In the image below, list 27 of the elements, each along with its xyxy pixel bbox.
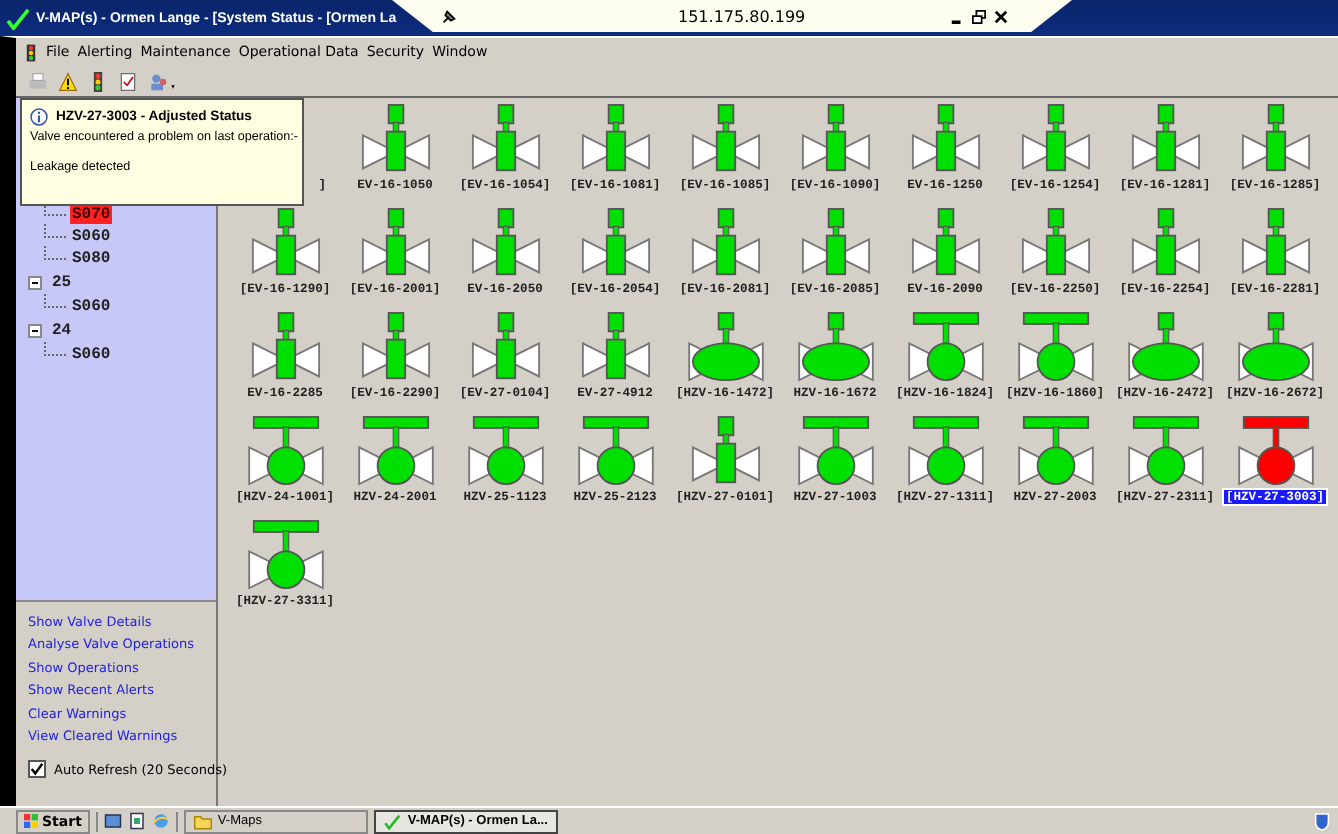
traffic-light-icon[interactable] [88, 71, 108, 91]
tree-node[interactable]: S060 [70, 346, 113, 364]
check-mark-icon [383, 813, 402, 829]
pin-icon[interactable] [440, 7, 458, 25]
check-mark-icon [6, 7, 32, 29]
collapse-icon[interactable] [28, 324, 42, 338]
checkbox[interactable] [28, 760, 46, 779]
tree-node[interactable]: S070 [70, 206, 113, 224]
tree-node[interactable]: S080 [70, 250, 113, 268]
tree-node[interactable]: 24 [50, 322, 74, 340]
windows-flag-icon [24, 814, 38, 828]
tree-node[interactable]: 25 [50, 274, 74, 292]
shield-icon[interactable] [1314, 811, 1330, 831]
desktop-icon[interactable] [103, 812, 122, 830]
warning-icon[interactable] [58, 71, 78, 91]
traffic-light-icon[interactable] [24, 41, 38, 63]
folder-icon [193, 813, 212, 829]
checklist-icon[interactable] [118, 71, 138, 91]
tree-node[interactable]: S060 [70, 298, 113, 316]
restore-icon[interactable] [972, 9, 986, 23]
info-icon [30, 108, 48, 126]
remote-address: 151.175.80.199 [678, 7, 806, 25]
document-icon[interactable] [127, 812, 146, 830]
close-icon[interactable] [994, 9, 1008, 23]
tree-node[interactable]: S060 [70, 228, 113, 246]
printer-icon[interactable] [28, 71, 48, 91]
collapse-icon[interactable] [28, 276, 42, 290]
